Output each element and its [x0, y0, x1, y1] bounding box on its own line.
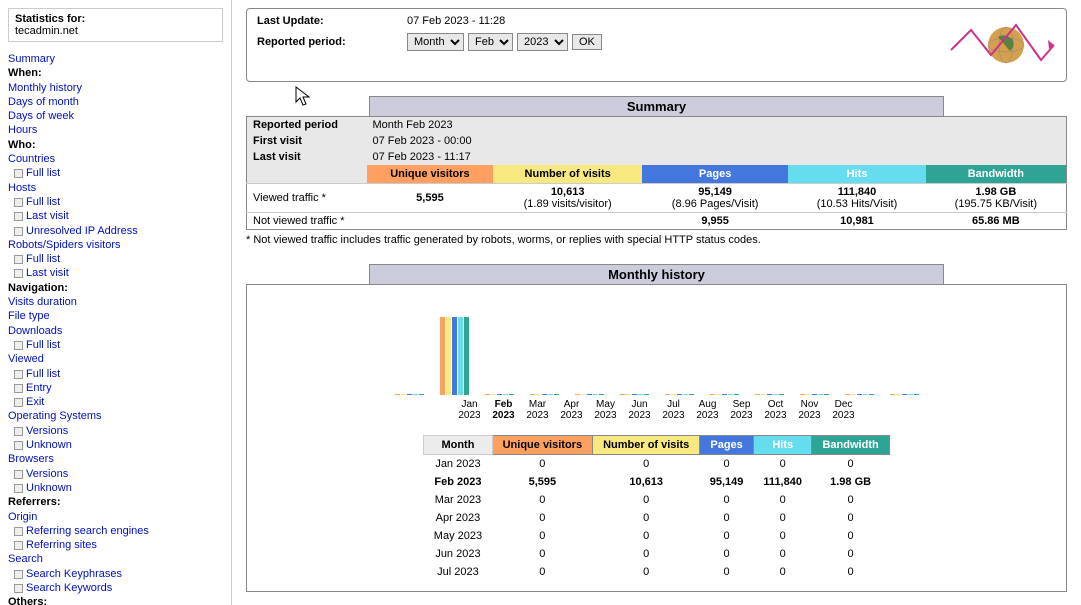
ok-button[interactable]: OK	[572, 34, 602, 50]
nav-visits-duration[interactable]: Visits duration	[8, 295, 223, 309]
chart-month-col	[800, 315, 829, 395]
period-type-select[interactable]: Month	[407, 33, 464, 51]
summary-note: * Not viewed traffic includes traffic ge…	[246, 234, 1067, 246]
nav-search-phrases[interactable]: Search Keyphrases	[8, 567, 223, 581]
nav-hours[interactable]: Hours	[8, 123, 223, 137]
nav-viewed[interactable]: Viewed	[8, 352, 223, 366]
nav-viewed-exit[interactable]: Exit	[8, 395, 223, 409]
nav-os-unknown[interactable]: Unknown	[8, 438, 223, 452]
viewed-traffic-label: Viewed traffic *	[247, 184, 367, 213]
monthly-row: Mar 202300000	[424, 491, 889, 509]
nav-browsers-versions[interactable]: Versions	[8, 467, 223, 481]
nav-search[interactable]: Search	[8, 552, 223, 566]
nav-downloads-full[interactable]: Full list	[8, 338, 223, 352]
chart-month-col	[575, 315, 604, 395]
nav-countries[interactable]: Countries	[8, 152, 223, 166]
nav-origin-se[interactable]: Referring search engines	[8, 524, 223, 538]
nav-browsers[interactable]: Browsers	[8, 452, 223, 466]
chart-month-col	[440, 315, 469, 395]
chart-month-label: Sep2023	[728, 399, 756, 421]
chart-month-col	[755, 315, 784, 395]
chart-month-col	[620, 315, 649, 395]
nav-viewed-entry[interactable]: Entry	[8, 381, 223, 395]
nav-viewed-full[interactable]: Full list	[8, 367, 223, 381]
monthly-row: Jan 202300000	[424, 455, 889, 474]
chart-month-col	[530, 315, 559, 395]
nav-os-versions[interactable]: Versions	[8, 424, 223, 438]
month-select[interactable]: Feb	[468, 33, 513, 51]
monthly-row: Apr 202300000	[424, 509, 889, 527]
chart-month-label: Feb2023	[490, 399, 518, 421]
nav-search-words[interactable]: Search Keywords	[8, 581, 223, 595]
last-update-label: Last Update:	[257, 15, 407, 27]
chart-month-col	[710, 315, 739, 395]
stats-for-label: Statistics for:	[15, 13, 216, 25]
stats-for-site: tecadmin.net	[15, 25, 216, 37]
chart-month-label: Oct2023	[762, 399, 790, 421]
reported-period-label: Reported period:	[257, 36, 407, 48]
stats-for-box: Statistics for: tecadmin.net	[8, 8, 223, 42]
nav-robots[interactable]: Robots/Spiders visitors	[8, 238, 223, 252]
chart-month-label: Apr2023	[558, 399, 586, 421]
nav-who-header: Who:	[8, 138, 223, 152]
monthly-box: Jan2023 Feb2023 Mar2023 Apr2023 May2023 Jun20…	[246, 284, 1067, 592]
monthly-row: Feb 20235,59510,61395,149111,8401.98 GB	[424, 473, 889, 491]
monthly-row: Jul 202300000	[424, 563, 889, 581]
awstats-logo	[946, 15, 1056, 75]
main-content: Last Update: 07 Feb 2023 - 11:28 Reporte…	[232, 0, 1081, 605]
nav-hosts-unresolved[interactable]: Unresolved IP Address	[8, 224, 223, 238]
monthly-header: Monthly history	[369, 264, 944, 284]
nav-robots-last[interactable]: Last visit	[8, 266, 223, 280]
nav: Summary When: Monthly history Days of mo…	[8, 52, 223, 605]
top-panel: Last Update: 07 Feb 2023 - 11:28 Reporte…	[246, 8, 1067, 82]
chart-month-col	[395, 315, 424, 395]
monthly-row: Jun 202300000	[424, 545, 889, 563]
nav-hosts-full[interactable]: Full list	[8, 195, 223, 209]
chart-month-col	[665, 315, 694, 395]
nav-os[interactable]: Operating Systems	[8, 409, 223, 423]
monthly-chart-labels: Jan2023 Feb2023 Mar2023 Apr2023 May2023 Jun20…	[253, 399, 1060, 421]
monthly-row: May 202300000	[424, 527, 889, 545]
nav-hosts-last[interactable]: Last visit	[8, 209, 223, 223]
chart-month-label: Aug2023	[694, 399, 722, 421]
nav-navigation-header: Navigation:	[8, 281, 223, 295]
nav-origin[interactable]: Origin	[8, 510, 223, 524]
year-select[interactable]: 2023	[517, 33, 568, 51]
nav-origin-sites[interactable]: Referring sites	[8, 538, 223, 552]
chart-month-col	[485, 315, 514, 395]
chart-month-label: Mar2023	[524, 399, 552, 421]
nav-robots-full[interactable]: Full list	[8, 252, 223, 266]
monthly-chart	[253, 295, 1060, 395]
nav-when-header: When:	[8, 66, 223, 80]
nav-days-week[interactable]: Days of week	[8, 109, 223, 123]
nav-downloads[interactable]: Downloads	[8, 324, 223, 338]
nav-summary[interactable]: Summary	[8, 52, 223, 66]
summary-header: Summary	[369, 96, 944, 116]
nav-file-type[interactable]: File type	[8, 309, 223, 323]
chart-month-label: Nov2023	[796, 399, 824, 421]
nav-days-month[interactable]: Days of month	[8, 95, 223, 109]
chart-month-label: Jul2023	[660, 399, 688, 421]
nav-others-header: Others:	[8, 595, 223, 605]
chart-month-label: Dec2023	[830, 399, 858, 421]
chart-month-col	[845, 315, 874, 395]
nav-browsers-unknown[interactable]: Unknown	[8, 481, 223, 495]
chart-month-label: May2023	[592, 399, 620, 421]
chart-month-col	[890, 315, 919, 395]
summary-table: Reported periodMonth Feb 2023 First visi…	[246, 116, 1067, 230]
chart-month-label: Jan2023	[456, 399, 484, 421]
last-update-value: 07 Feb 2023 - 11:28	[407, 15, 505, 27]
monthly-table: Month Unique visitors Number of visits P…	[423, 435, 889, 581]
nav-countries-full[interactable]: Full list	[8, 166, 223, 180]
notviewed-traffic-label: Not viewed traffic *	[247, 213, 367, 230]
nav-monthly[interactable]: Monthly history	[8, 81, 223, 95]
chart-month-label: Jun2023	[626, 399, 654, 421]
sidebar: Statistics for: tecadmin.net Summary Whe…	[0, 0, 232, 605]
nav-referrers-header: Referrers:	[8, 495, 223, 509]
nav-hosts[interactable]: Hosts	[8, 181, 223, 195]
